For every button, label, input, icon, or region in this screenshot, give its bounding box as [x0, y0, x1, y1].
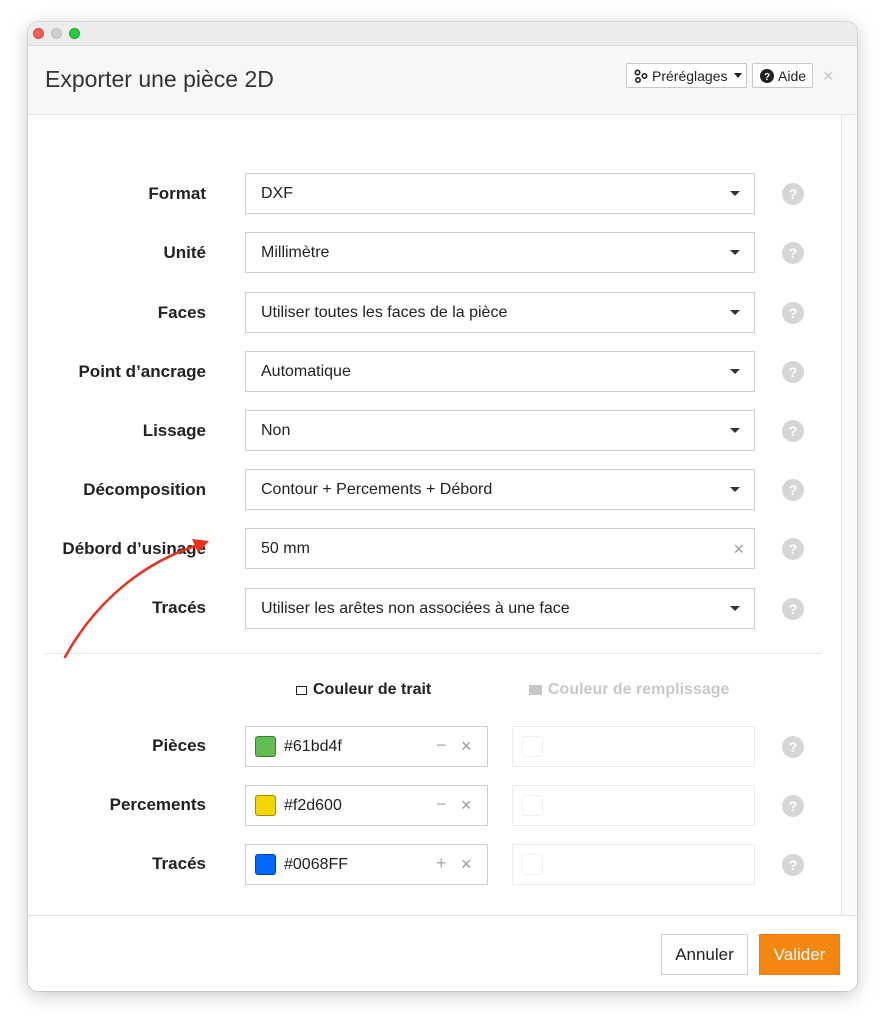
unit-select[interactable]: Millimètre — [245, 232, 755, 273]
close-icon[interactable]: × — [823, 66, 834, 87]
caret-down-icon — [730, 250, 740, 255]
help-circle-icon[interactable]: ? — [782, 302, 804, 324]
presets-label: Préréglages — [652, 67, 728, 84]
help-circle-icon[interactable]: ? — [782, 183, 804, 205]
help-circle-icon[interactable]: ? — [782, 598, 804, 620]
pieces-color-label: Pièces — [152, 736, 206, 755]
color-swatch[interactable] — [255, 736, 276, 757]
help-label: Aide — [778, 67, 807, 84]
clear-icon[interactable]: × — [461, 854, 472, 875]
paths-stroke-color-field[interactable]: #0068FF + × — [245, 844, 488, 885]
unit-value: Millimètre — [261, 243, 330, 261]
smoothing-select[interactable]: Non — [245, 410, 755, 451]
paths-value: Utiliser les arêtes non associées à une … — [261, 599, 570, 617]
decomposition-value: Contour + Percements + Débord — [261, 480, 493, 498]
dialog-title: Exporter une pièce 2D — [45, 66, 274, 92]
format-value: DXF — [261, 184, 293, 202]
help-circle-icon[interactable]: ? — [782, 361, 804, 383]
help-button[interactable]: ? Aide — [752, 63, 813, 88]
help-circle-icon[interactable]: ? — [782, 538, 804, 560]
holes-fill-color-field[interactable] — [512, 785, 755, 826]
fill-color-header-label: Couleur de remplissage — [548, 681, 730, 698]
caret-down-icon — [730, 310, 740, 315]
holes-stroke-color-field[interactable]: #f2d600 − × — [245, 785, 488, 826]
minus-icon[interactable]: − — [436, 794, 447, 815]
paths-color-hex: #0068FF — [284, 856, 349, 873]
empty-swatch — [522, 795, 543, 816]
caret-down-icon — [730, 487, 740, 492]
empty-swatch — [522, 736, 543, 757]
cancel-button[interactable]: Annuler — [661, 934, 748, 975]
square-filled-icon — [529, 685, 542, 695]
unit-label: Unité — [163, 243, 207, 262]
dialog-footer: Annuler Valider — [28, 915, 857, 991]
dialog-body: Format DXF ? Unité Millimètre ? Faces Ut… — [28, 115, 841, 915]
svg-text:?: ? — [764, 72, 770, 83]
window-titlebar — [28, 22, 857, 46]
pieces-stroke-color-field[interactable]: #61bd4f − × — [245, 726, 488, 767]
format-label: Format — [148, 184, 206, 203]
anchor-point-value: Automatique — [261, 362, 351, 380]
stroke-color-header[interactable]: Couleur de trait — [296, 681, 431, 699]
help-circle-icon[interactable]: ? — [782, 420, 804, 442]
presets-button[interactable]: Préréglages — [626, 63, 747, 88]
caret-down-icon — [730, 191, 740, 196]
clear-icon[interactable]: × — [733, 539, 744, 560]
decomposition-select[interactable]: Contour + Percements + Débord — [245, 469, 755, 510]
format-select[interactable]: DXF — [245, 173, 755, 214]
help-circle-icon[interactable]: ? — [782, 795, 804, 817]
pieces-fill-color-field[interactable] — [512, 726, 755, 767]
help-circle-icon[interactable]: ? — [782, 736, 804, 758]
fill-color-header[interactable]: Couleur de remplissage — [529, 681, 729, 699]
confirm-button[interactable]: Valider — [759, 934, 840, 975]
decomposition-label: Décomposition — [83, 480, 206, 499]
empty-swatch — [522, 854, 543, 875]
export-dialog-window: Exporter une pièce 2D Préréglages ? Aide — [28, 22, 857, 991]
caret-down-icon — [730, 606, 740, 611]
clear-icon[interactable]: × — [461, 736, 472, 757]
faces-label: Faces — [157, 303, 206, 322]
pieces-color-hex: #61bd4f — [284, 738, 342, 755]
clear-icon[interactable]: × — [461, 795, 472, 816]
annotation-arrow-icon — [63, 539, 209, 659]
smoothing-value: Non — [261, 421, 291, 439]
paths-select[interactable]: Utiliser les arêtes non associées à une … — [245, 588, 755, 629]
help-circle-icon[interactable]: ? — [782, 242, 804, 264]
smoothing-label: Lissage — [142, 421, 206, 440]
help-circle-icon[interactable]: ? — [782, 854, 804, 876]
scrollbar[interactable] — [841, 115, 857, 915]
plus-icon[interactable]: + — [436, 853, 447, 874]
caret-down-icon — [730, 428, 740, 433]
help-circle-icon[interactable]: ? — [782, 479, 804, 501]
dialog-header: Exporter une pièce 2D Préréglages ? Aide — [28, 46, 857, 115]
presets-icon — [634, 68, 648, 83]
color-swatch[interactable] — [255, 795, 276, 816]
square-outline-icon — [296, 685, 307, 695]
holes-color-hex: #f2d600 — [284, 797, 342, 814]
faces-value: Utiliser toutes les faces de la pièce — [261, 303, 508, 321]
machining-overhang-value: 50 mm — [261, 539, 310, 557]
faces-select[interactable]: Utiliser toutes les faces de la pièce — [245, 292, 755, 333]
paths-fill-color-field[interactable] — [512, 844, 755, 885]
paths-color-label: Tracés — [152, 854, 206, 873]
minus-icon[interactable]: − — [436, 735, 447, 756]
stroke-color-header-label: Couleur de trait — [313, 681, 432, 698]
caret-down-icon — [733, 73, 742, 78]
machining-overhang-input[interactable]: 50 mm × — [245, 528, 755, 569]
caret-down-icon — [730, 369, 740, 374]
zoom-window-button[interactable] — [69, 28, 80, 39]
minimize-window-button[interactable] — [51, 28, 62, 39]
anchor-point-label: Point d’ancrage — [78, 362, 206, 381]
color-swatch[interactable] — [255, 854, 276, 875]
question-circle-icon: ? — [760, 68, 774, 83]
close-window-button[interactable] — [33, 28, 44, 39]
anchor-point-select[interactable]: Automatique — [245, 351, 755, 392]
holes-color-label: Percements — [109, 795, 206, 814]
